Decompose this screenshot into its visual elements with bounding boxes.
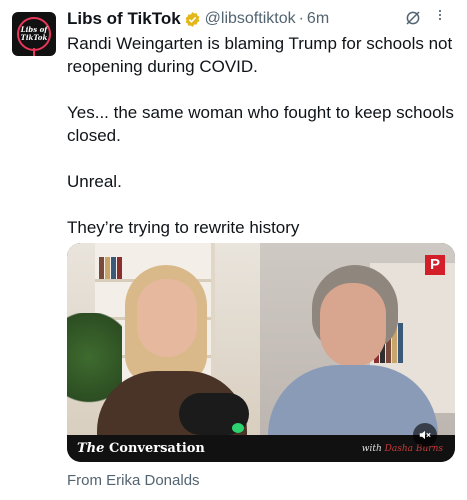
tweet-line: They’re trying to rewrite history: [67, 218, 300, 237]
video-attribution[interactable]: From Erika Donalds: [67, 472, 200, 489]
grok-icon[interactable]: [404, 9, 422, 27]
politico-logo: P: [425, 255, 445, 275]
mic-light: [232, 423, 244, 433]
author-handle[interactable]: @libsoftiktok: [205, 10, 296, 28]
guest-face: [137, 279, 197, 357]
more-icon[interactable]: [433, 8, 447, 30]
display-name[interactable]: Libs of TikTok: [67, 9, 181, 29]
tweet-line: Randi Weingarten is blaming Trump for sc…: [67, 34, 453, 76]
video-player[interactable]: P The Conversation with Dasha Burns: [67, 243, 455, 462]
video-credit: with Dasha Burns: [362, 444, 443, 454]
video-brand: The Conversation: [77, 441, 205, 456]
verified-badge-icon: [184, 11, 201, 28]
tweet-text: Randi Weingarten is blaming Trump for sc…: [67, 32, 457, 239]
host-face: [320, 283, 386, 367]
video-brand-prefix: The: [77, 441, 105, 456]
video-credit-name: Dasha Burns: [384, 444, 443, 454]
tweet-line: Yes... the same woman who fought to keep…: [67, 103, 454, 145]
timestamp[interactable]: 6m: [307, 10, 329, 28]
separator-dot: ·: [298, 10, 304, 27]
mute-icon[interactable]: [413, 423, 437, 447]
video-lower-third: The Conversation with Dasha Burns: [67, 435, 455, 462]
avatar-logo: Libs of TikTok: [17, 17, 51, 51]
video-credit-prefix: with: [361, 444, 382, 454]
tweet-line: Unreal.: [67, 172, 122, 191]
avatar[interactable]: Libs of TikTok: [12, 12, 56, 56]
avatar-line2: TikTok: [20, 33, 48, 42]
video-brand-name: Conversation: [108, 441, 205, 456]
video-right-panel: P: [260, 243, 455, 440]
tweet-header: Libs of TikTok @libsoftiktok · 6m: [67, 8, 459, 30]
video-left-panel: [67, 243, 260, 441]
